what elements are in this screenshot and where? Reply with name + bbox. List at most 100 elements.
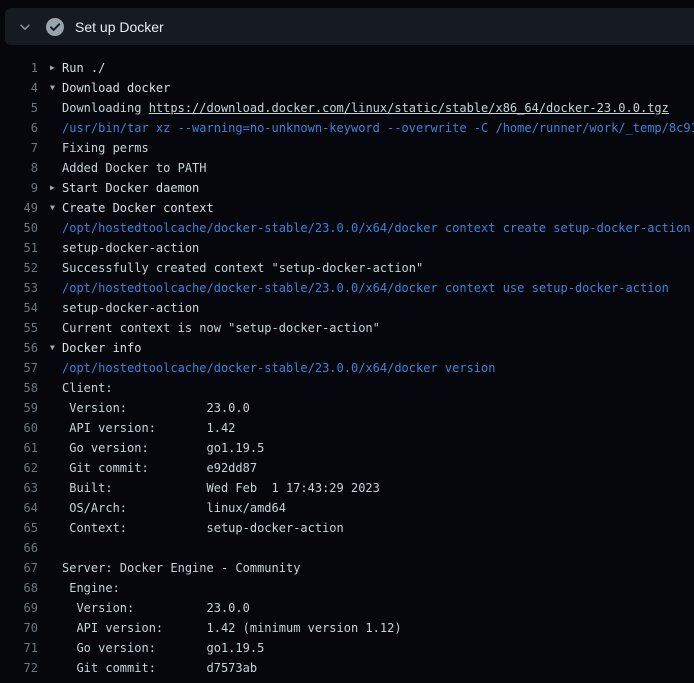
log-line: 62 Git commit: e92dd87 <box>0 458 694 478</box>
log-line: 66 <box>0 538 694 558</box>
log-text: API version: 1.42 (minimum version 1.12) <box>62 618 402 638</box>
line-number[interactable]: 68 <box>0 578 38 598</box>
log-command: /usr/bin/tar xz --warning=no-unknown-key… <box>62 118 694 138</box>
log-line: 50/opt/hostedtoolcache/docker-stable/23.… <box>0 218 694 238</box>
log-line: 1 ▶Run ./ <box>0 58 694 78</box>
log-lines: 1 ▶Run ./ 4 ▼Download docker 5 Downloading ht… <box>0 45 694 683</box>
log-line: 9 ▶Start Docker daemon <box>0 178 694 198</box>
log-command: /opt/hostedtoolcache/docker-stable/23.0.… <box>62 278 669 298</box>
caret-right-icon: ▶ <box>50 178 55 198</box>
line-number[interactable]: 53 <box>0 278 38 298</box>
log-text: Git commit: d7573ab <box>62 658 257 678</box>
line-number[interactable]: 7 <box>0 138 38 158</box>
line-number[interactable]: 52 <box>0 258 38 278</box>
log-line: 68 Engine: <box>0 578 694 598</box>
line-number[interactable]: 63 <box>0 478 38 498</box>
log-line: 7Fixing perms <box>0 138 694 158</box>
log-line: 63 Built: Wed Feb 1 17:43:29 2023 <box>0 478 694 498</box>
line-number[interactable]: 4 <box>0 78 38 98</box>
step-title: Set up Docker <box>75 19 164 35</box>
line-number[interactable]: 60 <box>0 418 38 438</box>
log-line: 71 Go version: go1.19.5 <box>0 638 694 658</box>
caret-down-icon: ▼ <box>50 198 55 218</box>
log-text: Go version: go1.19.5 <box>62 438 264 458</box>
log-line: 55 Current context is now "setup-docker-a… <box>0 318 694 338</box>
line-number[interactable]: 51 <box>0 238 38 258</box>
line-number[interactable]: 71 <box>0 638 38 658</box>
log-line: 57/opt/hostedtoolcache/docker-stable/23.… <box>0 358 694 378</box>
log-line: 54 setup-docker-action <box>0 298 694 318</box>
log-text: Git commit: e92dd87 <box>62 458 257 478</box>
line-number[interactable]: 59 <box>0 398 38 418</box>
line-number[interactable]: 6 <box>0 118 38 138</box>
step-header[interactable]: Set up Docker <box>5 8 694 45</box>
log-line: 8 Added Docker to PATH <box>0 158 694 178</box>
log-text: OS/Arch: linux/amd64 <box>62 498 286 518</box>
log-line: 53/opt/hostedtoolcache/docker-stable/23.… <box>0 278 694 298</box>
line-number[interactable]: 8 <box>0 158 38 178</box>
log-text: Context: setup-docker-action <box>62 518 344 538</box>
log-text: Built: Wed Feb 1 17:43:29 2023 <box>62 478 380 498</box>
chevron-down-icon[interactable] <box>18 20 32 34</box>
log-line: 6/usr/bin/tar xz --warning=no-unknown-ke… <box>0 118 694 138</box>
log-line: 72 Git commit: d7573ab <box>0 658 694 678</box>
log-line: 58 Client: <box>0 378 694 398</box>
log-text: Engine: <box>62 578 120 598</box>
group-toggle[interactable]: ▼Docker info <box>62 338 141 358</box>
log-text: Current context is now "setup-docker-act… <box>62 318 380 338</box>
log-line: 59 Version: 23.0.0 <box>0 398 694 418</box>
line-number[interactable]: 72 <box>0 658 38 678</box>
log-line: 52 Successfully created context "setup-do… <box>0 258 694 278</box>
log-text: Server: Docker Engine - Community <box>62 558 300 578</box>
line-number[interactable]: 62 <box>0 458 38 478</box>
log-text: Client: <box>62 378 113 398</box>
line-number[interactable]: 58 <box>0 378 38 398</box>
log-text: setup-docker-action <box>62 238 199 258</box>
line-number[interactable]: 66 <box>0 538 38 558</box>
line-number[interactable]: 49 <box>0 198 38 218</box>
group-toggle[interactable]: ▼Create Docker context <box>62 198 214 218</box>
log-link[interactable]: https://download.docker.com/linux/static… <box>149 101 669 115</box>
line-number[interactable]: 61 <box>0 438 38 458</box>
log-text: Version: 23.0.0 <box>62 398 250 418</box>
log-line: 51 setup-docker-action <box>0 238 694 258</box>
log-line: 64 OS/Arch: linux/amd64 <box>0 498 694 518</box>
group-toggle[interactable]: ▼Download docker <box>62 78 170 98</box>
line-number[interactable]: 56 <box>0 338 38 358</box>
line-number[interactable]: 57 <box>0 358 38 378</box>
log-line: 4 ▼Download docker <box>0 78 694 98</box>
log-text: Successfully created context "setup-dock… <box>62 258 423 278</box>
line-number[interactable]: 54 <box>0 298 38 318</box>
line-number[interactable]: 9 <box>0 178 38 198</box>
log-text: Go version: go1.19.5 <box>62 638 264 658</box>
log-line: 60 API version: 1.42 <box>0 418 694 438</box>
group-toggle[interactable]: ▶Run ./ <box>62 58 105 78</box>
line-number[interactable]: 65 <box>0 518 38 538</box>
log-text: API version: 1.42 <box>62 418 235 438</box>
log-text: Added Docker to PATH <box>62 158 207 178</box>
line-number[interactable]: 70 <box>0 618 38 638</box>
log-line: 49 ▼Create Docker context <box>0 198 694 218</box>
line-number[interactable]: 5 <box>0 98 38 118</box>
log-text: Version: 23.0.0 <box>62 598 250 618</box>
line-number[interactable]: 64 <box>0 498 38 518</box>
log-text: Downloading https://download.docker.com/… <box>62 98 669 118</box>
caret-right-icon: ▶ <box>50 58 55 78</box>
line-number[interactable]: 55 <box>0 318 38 338</box>
actions-log-viewer: Set up Docker 1▶Run ./4▼Download docker5… <box>0 0 694 683</box>
check-circle-icon <box>45 17 65 37</box>
log-line: 65 Context: setup-docker-action <box>0 518 694 538</box>
caret-down-icon: ▼ <box>50 78 55 98</box>
line-number[interactable]: 67 <box>0 558 38 578</box>
log-text: setup-docker-action <box>62 298 199 318</box>
log-line: 56 ▼Docker info <box>0 338 694 358</box>
log-line: 5 Downloading https://download.docker.com… <box>0 98 694 118</box>
log-line: 67 Server: Docker Engine - Community <box>0 558 694 578</box>
log-command: /opt/hostedtoolcache/docker-stable/23.0.… <box>62 218 691 238</box>
caret-down-icon: ▼ <box>50 338 55 358</box>
line-number[interactable]: 1 <box>0 58 38 78</box>
log-line: 61 Go version: go1.19.5 <box>0 438 694 458</box>
line-number[interactable]: 50 <box>0 218 38 238</box>
line-number[interactable]: 69 <box>0 598 38 618</box>
group-toggle[interactable]: ▶Start Docker daemon <box>62 178 199 198</box>
